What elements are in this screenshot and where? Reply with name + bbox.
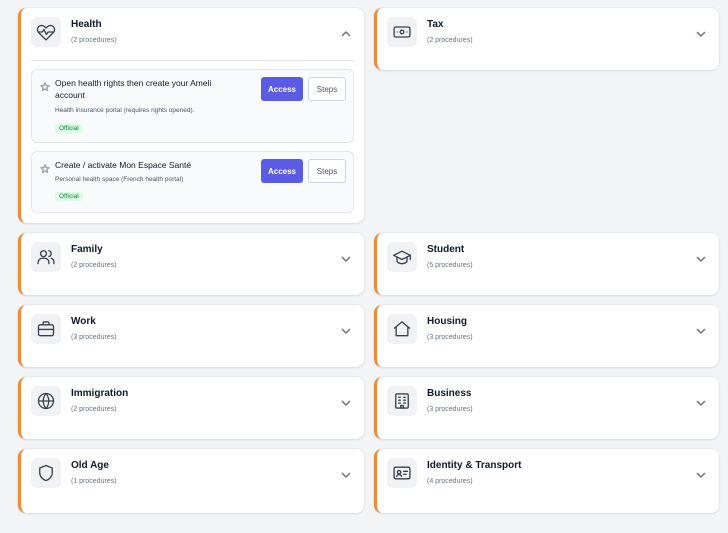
category-header-housing[interactable]: Housing (3 procedures): [377, 305, 719, 357]
category-header-business[interactable]: Business (3 procedures): [377, 377, 719, 429]
category-title: Health: [71, 19, 102, 30]
category-title: Work: [71, 316, 96, 327]
briefcase-icon: [31, 314, 61, 344]
category-title: Tax: [427, 19, 444, 30]
chevron-down-icon[interactable]: [695, 27, 707, 39]
banknote-icon: [387, 17, 417, 47]
chevron-down-icon[interactable]: [695, 252, 707, 264]
category-header-identity-transport[interactable]: Identity & Transport (4 procedures): [377, 449, 719, 501]
category-title: Housing: [427, 316, 467, 327]
chevron-down-icon[interactable]: [340, 324, 352, 336]
category-card-health: Health (2 procedures) Open health rights…: [18, 8, 364, 223]
procedure-title: Create / activate Mon Espace Santé: [55, 160, 192, 170]
category-card-student[interactable]: Student (5 procedures): [374, 233, 719, 295]
category-count: (2 procedures): [71, 262, 117, 269]
category-card-tax[interactable]: Tax (2 procedures): [374, 8, 719, 70]
category-card-identity-transport[interactable]: Identity & Transport (4 procedures): [374, 449, 719, 513]
globe-icon: [31, 386, 61, 416]
category-header-health[interactable]: Health (2 procedures): [21, 8, 364, 60]
heart-pulse-icon: [31, 17, 61, 47]
category-card-work[interactable]: Work (3 procedures): [18, 305, 364, 367]
category-title: Immigration: [71, 388, 129, 399]
procedure-item: Open health rights then create your Amel…: [31, 69, 354, 143]
category-card-old-age[interactable]: Old Age (1 procedures): [18, 449, 364, 513]
category-count: (3 procedures): [71, 334, 117, 341]
category-count: (3 procedures): [427, 334, 473, 341]
users-icon: [31, 242, 61, 272]
building-icon: [387, 386, 417, 416]
category-card-housing[interactable]: Housing (3 procedures): [374, 305, 719, 367]
category-count: (4 procedures): [427, 478, 473, 485]
graduation-cap-icon: [387, 242, 417, 272]
category-count: (3 procedures): [427, 406, 473, 413]
shield-icon: [31, 458, 61, 488]
id-card-icon: [387, 458, 417, 488]
category-header-family[interactable]: Family (2 procedures): [21, 233, 364, 285]
official-badge: Official: [55, 192, 83, 201]
access-button[interactable]: Access: [261, 77, 303, 101]
procedure-title: Open health rights then create your Amel…: [55, 78, 212, 100]
category-title: Student: [427, 244, 465, 255]
category-card-immigration[interactable]: Immigration (2 procedures): [18, 377, 364, 439]
chevron-down-icon[interactable]: [695, 324, 707, 336]
category-card-business[interactable]: Business (3 procedures): [374, 377, 719, 439]
official-badge: Official: [55, 124, 83, 133]
category-header-immigration[interactable]: Immigration (2 procedures): [21, 377, 364, 429]
chevron-down-icon[interactable]: [695, 396, 707, 408]
category-header-tax[interactable]: Tax (2 procedures): [377, 8, 719, 60]
procedure-item: Create / activate Mon Espace Santé Perso…: [31, 151, 354, 213]
procedure-description: Health insurance portal (requires rights…: [55, 107, 195, 114]
chevron-down-icon[interactable]: [695, 468, 707, 480]
category-count: (5 procedures): [427, 262, 473, 269]
chevron-down-icon[interactable]: [340, 468, 352, 480]
star-icon[interactable]: [40, 161, 50, 174]
category-count: (2 procedures): [427, 37, 473, 44]
category-header-old-age[interactable]: Old Age (1 procedures): [21, 449, 364, 501]
star-icon[interactable]: [40, 79, 50, 92]
chevron-down-icon[interactable]: [340, 396, 352, 408]
access-button[interactable]: Access: [261, 159, 303, 183]
category-title: Business: [427, 388, 472, 399]
category-title: Old Age: [71, 460, 109, 471]
divider: [31, 60, 354, 61]
home-icon: [387, 314, 417, 344]
category-title: Family: [71, 244, 103, 255]
procedure-description: Personal health space (French health por…: [55, 176, 184, 183]
category-count: (2 procedures): [71, 406, 117, 413]
chevron-up-icon[interactable]: [340, 27, 352, 39]
category-title: Identity & Transport: [427, 460, 522, 471]
category-count: (1 procedures): [71, 478, 117, 485]
category-card-family[interactable]: Family (2 procedures): [18, 233, 364, 295]
category-count: (2 procedures): [71, 37, 117, 44]
steps-button[interactable]: Steps: [308, 77, 346, 101]
category-header-work[interactable]: Work (3 procedures): [21, 305, 364, 357]
category-header-student[interactable]: Student (5 procedures): [377, 233, 719, 285]
chevron-down-icon[interactable]: [340, 252, 352, 264]
steps-button[interactable]: Steps: [308, 159, 346, 183]
